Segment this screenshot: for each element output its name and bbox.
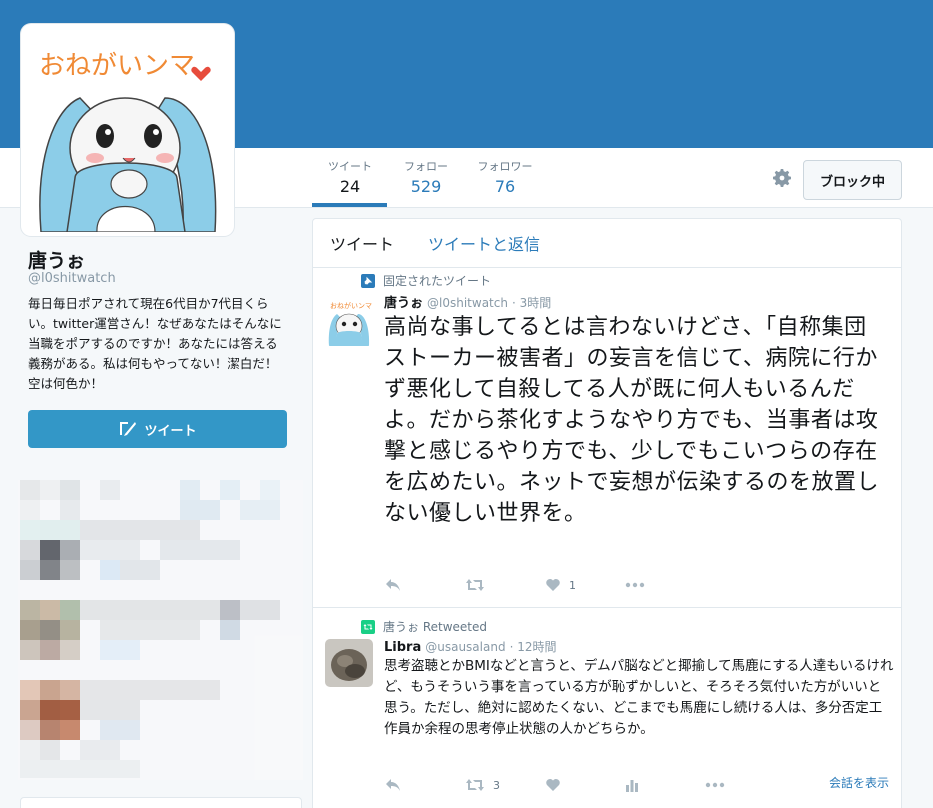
nav-followers[interactable]: フォロワー 76: [476, 158, 534, 196]
svg-text:おねがいンマ: おねがいンマ: [330, 301, 372, 310]
timeline-tabs: ツイート ツイートと返信: [313, 219, 901, 268]
reply-icon: [386, 779, 400, 791]
retweet-button[interactable]: 3: [465, 778, 545, 792]
tab-tweets[interactable]: ツイート: [330, 231, 394, 255]
retweet-count: 3: [493, 778, 500, 792]
tweet-header: Libra @usausaland · 12時間: [384, 638, 556, 655]
tweet-avatar[interactable]: おねがいンマ: [325, 298, 373, 346]
heart-icon: [546, 579, 560, 591]
pin-icon: [361, 273, 375, 288]
like-count: 1: [569, 578, 576, 592]
tweet-timestamp[interactable]: · 12時間: [510, 640, 557, 654]
tweet-author-handle[interactable]: @usausaland: [425, 640, 505, 654]
nav-active-indicator: [312, 203, 387, 207]
nav-following-label: フォロー: [404, 160, 448, 173]
tab-tweets-and-replies[interactable]: ツイートと返信: [428, 231, 540, 255]
gear-icon[interactable]: [770, 166, 794, 190]
more-button[interactable]: [705, 782, 725, 788]
reply-button[interactable]: [385, 778, 465, 792]
tweet-actions: 1: [385, 578, 645, 592]
tweet-author-handle[interactable]: @l0shitwatch: [427, 296, 508, 310]
retweeted-by-label[interactable]: 唐うぉ Retweeted: [383, 618, 487, 635]
more-button[interactable]: [625, 582, 645, 588]
nav-following[interactable]: フォロー 529: [403, 158, 449, 196]
tweet-author-name[interactable]: Libra: [384, 640, 421, 655]
nav-tweets-count: 24: [339, 177, 361, 196]
tweet-to-button[interactable]: ツイート: [28, 410, 287, 448]
more-dots-icon: [705, 782, 725, 788]
tweet-text: 思考盗聴とかBMIなどと言うと、デムパ脳などと揶揄して馬鹿にする人達もいるけれど…: [384, 658, 894, 737]
rabbit-illustration: おねがいンマ: [39, 51, 217, 232]
rabbit-avatar-thumb: おねがいンマ: [325, 298, 373, 346]
retweeted-tweet[interactable]: 唐うぉ Retweeted Libra @usausaland · 12時間 思考盗…: [313, 608, 901, 808]
profile-avatar[interactable]: おねがいンマ: [21, 24, 234, 236]
like-button[interactable]: 1: [545, 578, 625, 592]
pinned-label: 固定されたツイート: [383, 274, 492, 288]
tweet-context: 唐うぉ Retweeted: [361, 618, 487, 635]
compose-icon: [120, 422, 137, 436]
retweet-button[interactable]: [465, 578, 545, 592]
pixelated-media-gallery[interactable]: [18, 470, 303, 790]
tweet-timestamp[interactable]: · 3時間: [512, 296, 551, 310]
reply-icon: [386, 579, 400, 591]
tweet-avatar[interactable]: [325, 639, 373, 687]
retweet-icon: [466, 579, 484, 591]
more-dots-icon: [625, 582, 645, 588]
profile-handle[interactable]: @l0shitwatch: [28, 271, 116, 286]
avatar-image: おねがいンマ: [25, 28, 230, 232]
view-conversation-link[interactable]: 会話を表示: [829, 774, 889, 791]
tweet-context: 固定されたツイート: [361, 272, 491, 289]
pinned-tweet[interactable]: 固定されたツイート おねがいンマ 唐うぉ @l0shitwatch · 3時間 高尚…: [313, 268, 901, 608]
nav-tweets[interactable]: ツイート 24: [327, 158, 373, 196]
tweet-actions: 3: [385, 778, 725, 792]
tweet-author-name[interactable]: 唐うぉ: [384, 296, 423, 311]
avatar-caption: おねがいンマ: [39, 51, 195, 81]
tweet-header: 唐うぉ @l0shitwatch · 3時間: [384, 292, 551, 311]
analytics-icon: [626, 780, 638, 792]
retweet-badge-icon: [361, 619, 375, 634]
sidebar-card: [20, 797, 302, 808]
nav-followers-count: 76: [494, 177, 516, 196]
profile-bio: 毎日毎日ポアされて現在6代目か7代目くらい。twitter運営さん！なぜあなたは…: [28, 296, 282, 391]
blocked-button[interactable]: ブロック中: [803, 160, 902, 200]
tweet-text: 高尚な事してるとは言わないけどさ、「自称集団ストーカー被害者」の妄言を信じて、病…: [384, 315, 880, 526]
nav-following-count: 529: [410, 177, 442, 196]
timeline: ツイート ツイートと返信 固定されたツイート おねがいンマ 唐うぉ @l0shit…: [312, 218, 902, 808]
analytics-button[interactable]: [625, 778, 705, 792]
tweet-to-button-label: ツイート: [144, 423, 197, 439]
nav-followers-label: フォロワー: [477, 160, 533, 173]
like-button[interactable]: [545, 778, 625, 792]
libra-avatar-photo: [325, 639, 373, 687]
reply-button[interactable]: [385, 578, 465, 592]
nav-tweets-label: ツイート: [328, 160, 372, 173]
heart-icon: [546, 779, 560, 791]
retweet-icon: [466, 779, 484, 791]
profile-name[interactable]: 唐うぉ: [28, 246, 85, 273]
